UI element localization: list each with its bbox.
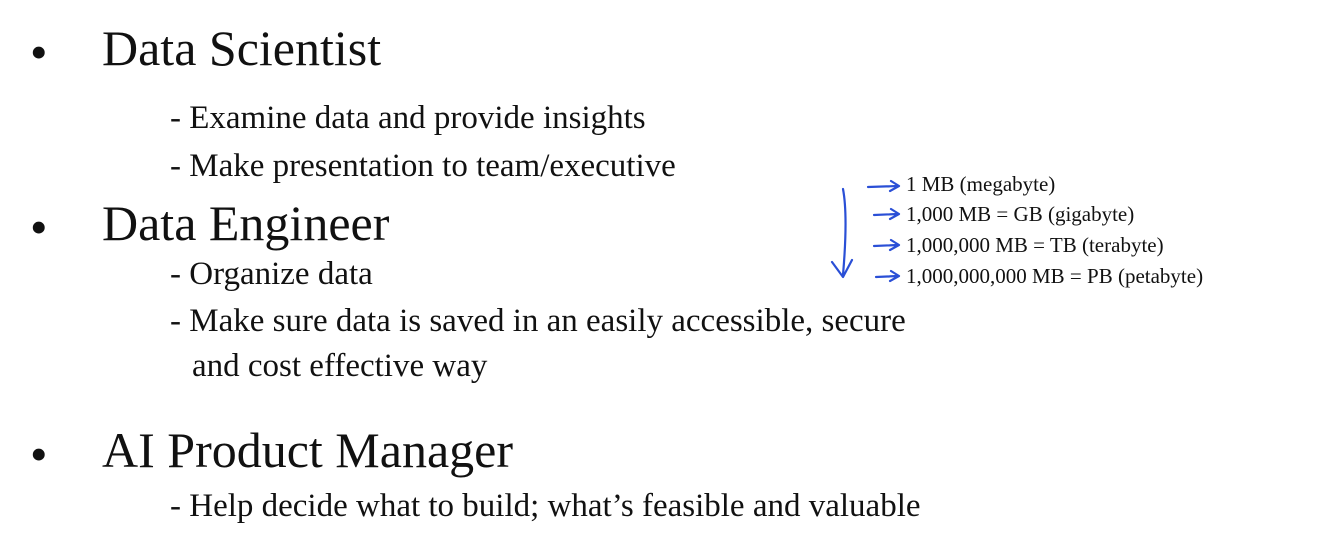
- right-arrow-icon: [866, 179, 901, 193]
- annotation-line: 1,000,000,000 MB = PB (petabyte): [906, 264, 1204, 288]
- right-arrow-icon: [874, 269, 901, 283]
- down-arrow-icon: [830, 187, 854, 279]
- annotation-line: 1,000 MB = GB (gigabyte): [906, 202, 1135, 226]
- right-arrow-icon: [872, 207, 901, 221]
- annotation-line: 1,000,000 MB = TB (terabyte): [906, 233, 1164, 257]
- right-arrow-icon: [872, 238, 901, 252]
- annotation-line: 1 MB (megabyte): [906, 172, 1056, 196]
